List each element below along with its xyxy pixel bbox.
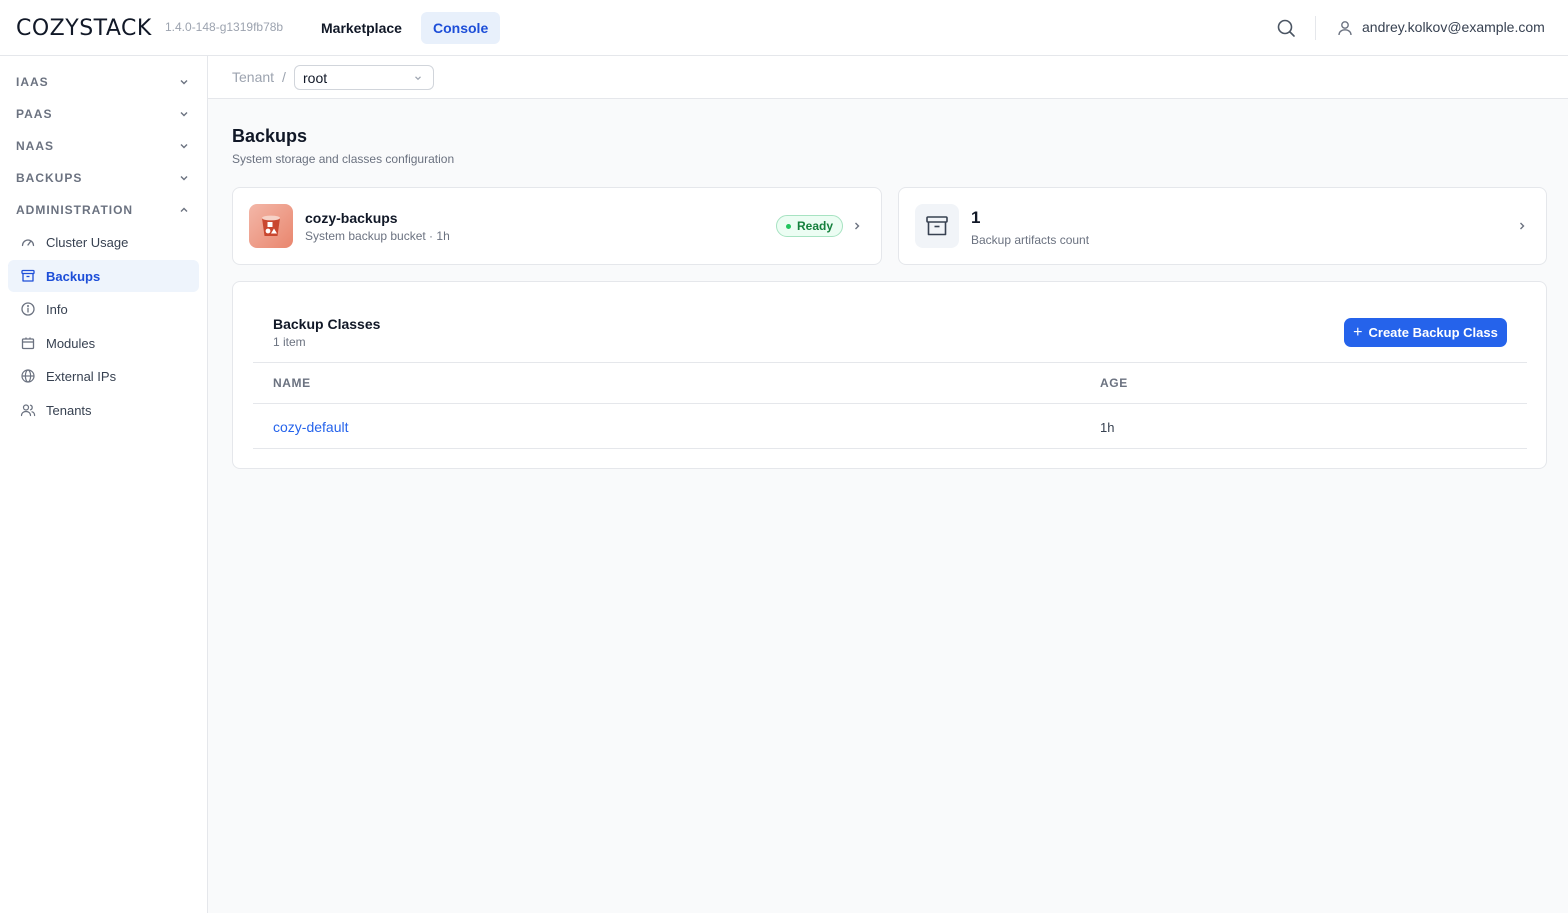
chevron-down-icon — [180, 80, 188, 85]
bucket-name: cozy-backups — [305, 210, 398, 226]
create-backup-class-button[interactable]: + Create Backup Class — [1344, 318, 1507, 347]
package-icon — [21, 337, 35, 350]
sidebar-item-tenants[interactable]: Tenants — [8, 394, 199, 426]
top-bar: COZYSTACK 1.4.0-148-g1319fb78b Marketpla… — [0, 0, 1568, 56]
artifacts-card[interactable]: 1 Backup artifacts count — [898, 187, 1547, 265]
sidebar-item-label: Modules — [46, 335, 96, 351]
archive-icon — [915, 204, 959, 248]
table-divider — [253, 362, 1527, 363]
sidebar-section-naas[interactable]: NAAS — [0, 130, 207, 162]
chevron-right-icon — [855, 222, 860, 230]
version-label: 1.4.0-148-g1319fb78b — [165, 20, 284, 34]
status-badge: Ready — [776, 215, 844, 237]
tenant-select[interactable]: root — [294, 65, 434, 90]
item-count: 1 item — [273, 335, 306, 349]
sidebar-item-label: Tenants — [46, 402, 92, 418]
globe-icon — [21, 369, 35, 383]
panel-title: Backup Classes — [273, 316, 381, 332]
breadcrumb-separator: / — [282, 69, 286, 85]
page-subtitle: System storage and classes configuration — [232, 152, 455, 166]
user-menu[interactable]: andrey.kolkov@example.com — [1362, 19, 1545, 35]
page-title: Backups — [232, 126, 308, 146]
breadcrumb-tenant[interactable]: Tenant — [232, 69, 274, 85]
column-header-age[interactable]: AGE — [1100, 376, 1128, 390]
section-label: BACKUPS — [16, 171, 83, 185]
artifacts-label: Backup artifacts count — [971, 233, 1090, 247]
sidebar-item-external-ips[interactable]: External IPs — [8, 360, 199, 392]
artifacts-count: 1 — [971, 208, 981, 227]
backup-class-age: 1h — [1100, 420, 1115, 435]
bucket-meta: System backup bucket · 1h — [305, 229, 450, 243]
sidebar-item-label: Info — [46, 301, 68, 317]
search-icon[interactable] — [1274, 16, 1298, 40]
chevron-down-icon — [180, 112, 188, 117]
logo-text: COZYSTACK — [16, 15, 152, 41]
sidebar-item-label: External IPs — [46, 368, 117, 384]
users-icon — [20, 404, 36, 417]
sidebar-item-label: Cluster Usage — [46, 234, 129, 250]
divider — [1315, 16, 1316, 40]
section-label: PAAS — [16, 107, 53, 121]
section-label: ADMINISTRATION — [16, 203, 134, 217]
table-divider — [253, 448, 1527, 449]
sidebar-item-info[interactable]: Info — [8, 293, 199, 325]
info-icon — [21, 302, 35, 316]
sidebar-item-cluster-usage[interactable]: Cluster Usage — [8, 226, 199, 258]
plus-icon: + — [1353, 323, 1363, 341]
create-button-label: Create Backup Class — [1368, 325, 1498, 340]
gauge-icon — [21, 239, 35, 247]
section-label: IAAS — [16, 75, 49, 89]
backup-classes-panel: Backup Classes 1 item + Create Backup Cl… — [232, 281, 1547, 469]
sidebar: IAAS PAAS NAAS BACKUPS ADMINISTRATION Cl… — [0, 56, 208, 913]
chevron-up-icon — [180, 207, 188, 212]
sidebar-section-backups[interactable]: BACKUPS — [0, 162, 207, 194]
chevron-down-icon — [180, 176, 188, 181]
section-label: NAAS — [16, 139, 55, 153]
archive-icon — [21, 269, 35, 282]
tenant-select-value: root — [303, 70, 328, 86]
sidebar-item-label: Backups — [46, 268, 101, 284]
sidebar-section-paas[interactable]: PAAS — [0, 98, 207, 130]
table-divider — [253, 403, 1527, 404]
backup-class-link[interactable]: cozy-default — [273, 419, 348, 435]
sidebar-item-backups[interactable]: Backups — [8, 260, 199, 292]
breadcrumb: Tenant / root — [208, 56, 1568, 99]
nav-marketplace[interactable]: Marketplace — [309, 12, 414, 44]
nav-console[interactable]: Console — [421, 12, 501, 44]
sidebar-section-administration[interactable]: ADMINISTRATION — [0, 194, 207, 226]
bucket-icon — [249, 204, 293, 248]
chevron-down-icon — [415, 76, 421, 81]
cozystack-logo[interactable]: COZYSTACK — [16, 15, 152, 41]
sidebar-item-modules[interactable]: Modules — [8, 327, 199, 359]
chevron-right-icon — [1520, 222, 1525, 230]
chevron-down-icon — [180, 144, 188, 149]
bucket-card[interactable]: cozy-backups System backup bucket · 1h R… — [232, 187, 882, 265]
column-header-name[interactable]: NAME — [273, 376, 311, 390]
sidebar-section-iaas[interactable]: IAAS — [0, 66, 207, 98]
user-icon — [1336, 19, 1354, 37]
